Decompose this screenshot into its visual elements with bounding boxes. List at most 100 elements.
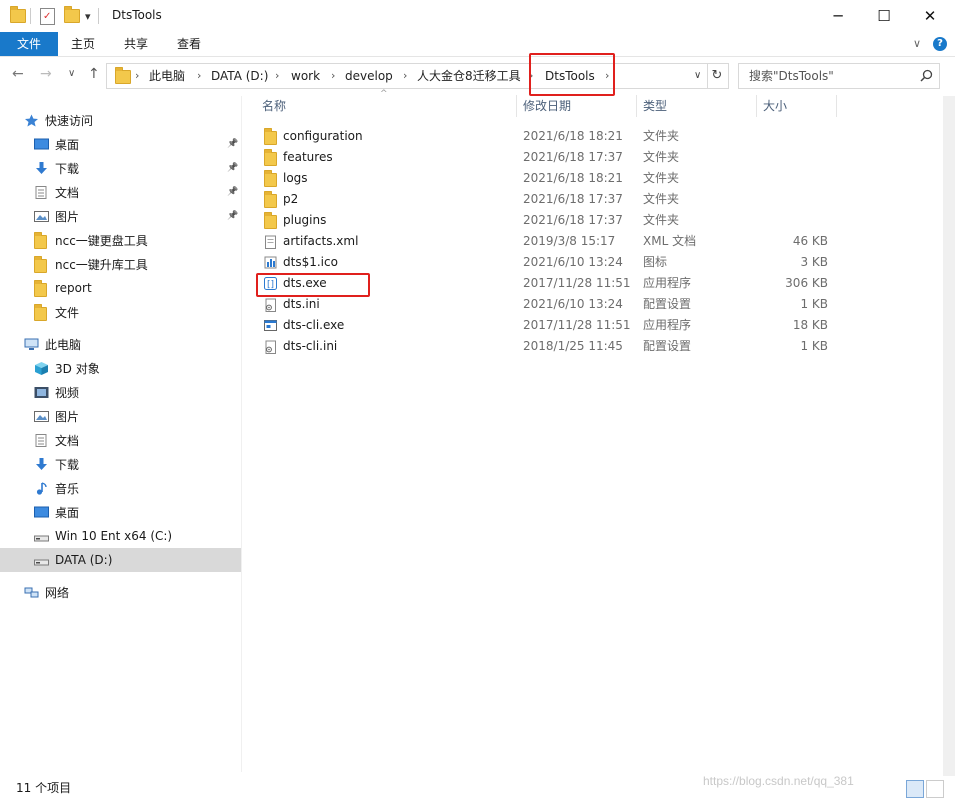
quick-access-folder-icon[interactable] (10, 6, 26, 25)
file-row[interactable]: artifacts.xml 2019/3/8 15:17 XML 文档 46 KB (258, 231, 838, 252)
picture-icon (34, 210, 49, 223)
details-view-button[interactable] (906, 780, 924, 798)
watermark-text: https://blog.csdn.net/qq_381 (703, 774, 854, 788)
pc-item-8[interactable]: DATA (D:) (0, 548, 241, 572)
tab-home[interactable]: 主页 (60, 32, 106, 56)
quick-item-1[interactable]: 下载 📌 (0, 156, 241, 180)
file-row[interactable]: dts-cli.ini 2018/1/25 11:45 配置设置 1 KB (258, 336, 838, 357)
drive-icon (34, 554, 49, 567)
pc-item-3[interactable]: 文档 (0, 428, 241, 452)
folder-icon (264, 149, 277, 166)
address-bar[interactable]: › 此电脑 › DATA (D:) › work › develop › 人大金… (106, 63, 708, 89)
search-input[interactable] (747, 64, 921, 88)
refresh-button[interactable]: ↻ (706, 63, 729, 89)
quick-item-7[interactable]: 文件 (0, 300, 241, 324)
quick-item-3[interactable]: 图片 📌 (0, 204, 241, 228)
tab-view[interactable]: 查看 (166, 32, 212, 56)
column-type[interactable]: 类型 (643, 95, 667, 117)
recent-locations-icon[interactable]: ∨ (68, 68, 75, 79)
search-icon[interactable] (920, 69, 933, 82)
file-date: 2021/6/18 18:21 (523, 171, 623, 185)
sidebar-this-pc[interactable]: 此电脑 (24, 332, 241, 356)
window-title: DtsTools (112, 8, 162, 22)
breadcrumb-develop[interactable]: develop (345, 64, 393, 88)
sidebar-quick-access[interactable]: 快速访问 (24, 108, 241, 132)
sidebar-item-label: 桌面 (55, 505, 80, 520)
folder-icon (34, 255, 49, 273)
file-row[interactable]: p2 2021/6/18 17:37 文件夹 (258, 189, 838, 210)
close-button[interactable]: ✕ (907, 0, 953, 32)
pc-item-4[interactable]: 下载 (0, 452, 241, 476)
pin-icon[interactable]: 📌 (227, 187, 238, 197)
file-row[interactable]: plugins 2021/6/18 17:37 文件夹 (258, 210, 838, 231)
folder-icon (264, 170, 277, 187)
pin-icon[interactable]: 📌 (227, 163, 238, 173)
column-headers: ^ 名称 修改日期 类型 大小 (258, 89, 838, 117)
address-dropdown-icon[interactable]: ∨ (694, 64, 701, 88)
thumbnail-view-button[interactable] (926, 780, 944, 798)
quick-access-dropdown-icon[interactable]: ▾ (85, 7, 91, 25)
tab-file[interactable]: 文件 (0, 32, 58, 56)
pin-icon[interactable]: 📌 (227, 139, 238, 149)
sidebar-item-label: 3D 对象 (55, 361, 100, 376)
sidebar-item-label: Win 10 Ent x64 (C:) (55, 529, 173, 543)
minimize-button[interactable]: ─ (815, 0, 861, 32)
sidebar-item-label: 网络 (45, 585, 70, 600)
file-size: 18 KB (792, 318, 828, 332)
column-date[interactable]: 修改日期 (523, 95, 571, 117)
pc-item-1[interactable]: 视频 (0, 380, 241, 404)
sidebar-item-label: 文档 (55, 433, 80, 448)
help-icon[interactable]: ? (933, 37, 947, 51)
address-folder-icon (115, 67, 131, 84)
breadcrumb-work[interactable]: work (291, 64, 320, 88)
tab-share[interactable]: 共享 (113, 32, 159, 56)
new-folder-icon[interactable] (64, 6, 80, 25)
file-row[interactable]: dts.ini 2021/6/10 13:24 配置设置 1 KB (258, 294, 838, 315)
pc-item-6[interactable]: 桌面 (0, 500, 241, 524)
quick-item-5[interactable]: ncc一键升库工具 (0, 252, 241, 276)
file-type: 配置设置 (643, 339, 692, 353)
breadcrumb-migration-tool[interactable]: 人大金仓8迁移工具 (417, 64, 521, 88)
column-size[interactable]: 大小 (763, 95, 787, 117)
back-button[interactable]: ← (12, 66, 24, 82)
maximize-button[interactable]: ☐ (861, 0, 907, 32)
file-row[interactable]: features 2021/6/18 17:37 文件夹 (258, 147, 838, 168)
properties-icon[interactable]: ✓ (40, 7, 55, 25)
pc-item-0[interactable]: 3D 对象 (0, 356, 241, 380)
file-row[interactable]: dts-cli.exe 2017/11/28 11:51 应用程序 18 KB (258, 315, 838, 336)
picture-icon (34, 410, 49, 423)
quick-item-4[interactable]: ncc一键更盘工具 (0, 228, 241, 252)
search-box[interactable] (738, 63, 940, 89)
pc-item-7[interactable]: Win 10 Ent x64 (C:) (0, 524, 241, 548)
file-row[interactable]: configuration 2021/6/18 18:21 文件夹 (258, 126, 838, 147)
file-row[interactable]: dts$1.ico 2021/6/10 13:24 图标 3 KB (258, 252, 838, 273)
column-name[interactable]: 名称 (262, 95, 286, 117)
sidebar-network[interactable]: 网络 (24, 580, 241, 604)
breadcrumb-this-pc[interactable]: 此电脑 (149, 64, 185, 88)
forward-button[interactable]: → (40, 66, 52, 82)
ribbon-collapse-icon[interactable]: ∨ (913, 32, 921, 56)
vertical-scrollbar[interactable] (943, 96, 955, 776)
quick-item-2[interactable]: 文档 📌 (0, 180, 241, 204)
file-date: 2021/6/10 13:24 (523, 297, 623, 311)
up-button[interactable]: ↑ (88, 66, 100, 82)
pc-item-2[interactable]: 图片 (0, 404, 241, 428)
pc-item-5[interactable]: 音乐 (0, 476, 241, 500)
sidebar-item-label: 视频 (55, 385, 80, 400)
sidebar-item-label: 桌面 (55, 137, 80, 152)
document-icon (34, 433, 49, 447)
pin-icon[interactable]: 📌 (227, 211, 238, 221)
file-size: 306 KB (785, 276, 828, 290)
sidebar-item-label: 快速访问 (45, 113, 94, 128)
file-row[interactable]: logs 2021/6/18 18:21 文件夹 (258, 168, 838, 189)
file-type: 文件夹 (643, 171, 680, 185)
network-icon (24, 587, 39, 597)
folder-icon (264, 128, 277, 145)
document-icon (34, 185, 49, 199)
breadcrumb-data-drive[interactable]: DATA (D:) (211, 64, 268, 88)
sidebar-item-label: 文件 (55, 305, 80, 320)
quick-item-0[interactable]: 桌面 📌 (0, 132, 241, 156)
quick-item-6[interactable]: report (0, 276, 241, 300)
folder-icon (264, 212, 277, 229)
download-icon (34, 161, 49, 175)
